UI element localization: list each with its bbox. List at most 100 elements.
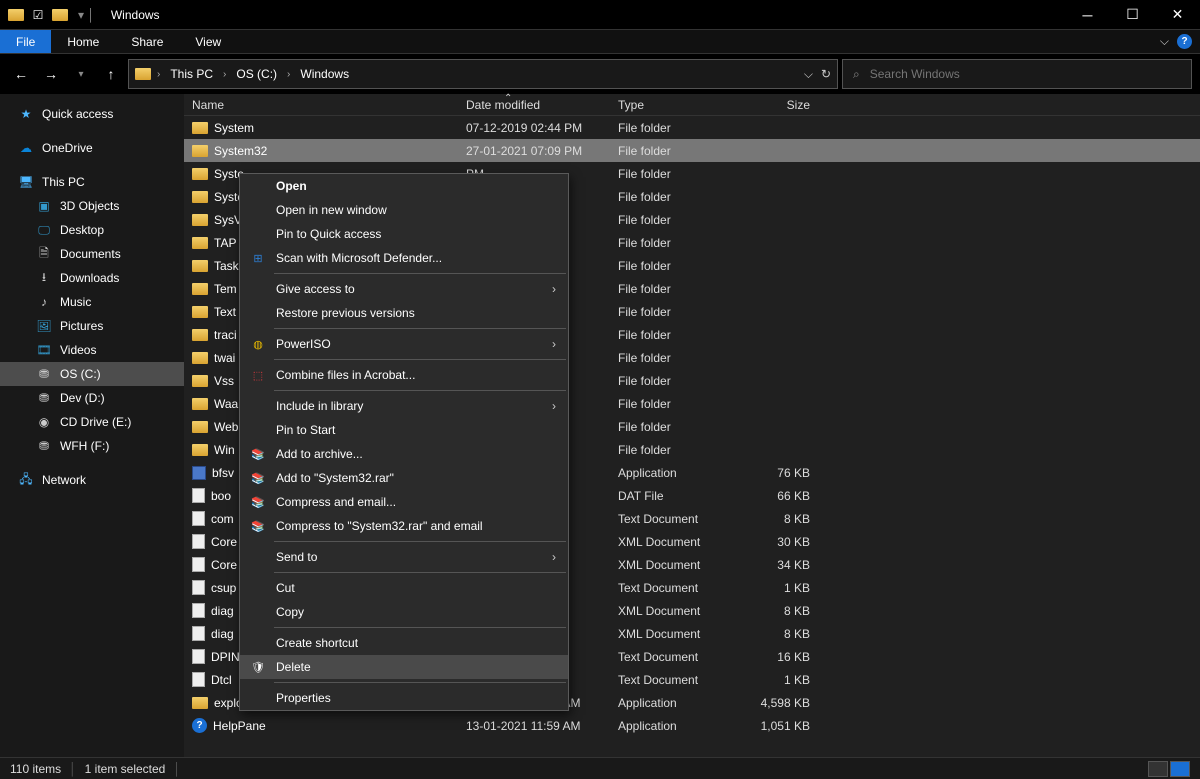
- sidebar-item-music[interactable]: ♪Music: [0, 290, 184, 314]
- tab-view[interactable]: View: [179, 30, 237, 53]
- disc-icon: ◉: [36, 414, 52, 430]
- chevron-icon[interactable]: ›: [221, 69, 228, 80]
- sidebar-item-wfh-f[interactable]: ⛃WFH (F:): [0, 434, 184, 458]
- back-button[interactable]: ←: [8, 61, 34, 87]
- col-type[interactable]: Type: [618, 98, 746, 112]
- help-icon[interactable]: ?: [1177, 34, 1192, 49]
- file-name: Task: [214, 259, 239, 273]
- view-details-button[interactable]: [1148, 761, 1168, 777]
- file-size: 8 KB: [746, 512, 818, 526]
- videos-icon: 🎞: [36, 342, 52, 358]
- chevron-icon[interactable]: ›: [155, 69, 162, 80]
- chevron-icon[interactable]: ›: [285, 69, 292, 80]
- ctx-properties[interactable]: Properties: [240, 686, 568, 710]
- ctx-copy[interactable]: Copy: [240, 600, 568, 624]
- ctx-include-lib[interactable]: Include in library›: [240, 394, 568, 418]
- ctx-delete[interactable]: 🛡Delete: [240, 655, 568, 679]
- view-icons-button[interactable]: [1170, 761, 1190, 777]
- sidebar-label: CD Drive (E:): [60, 415, 131, 429]
- sidebar-onedrive[interactable]: ☁ OneDrive: [0, 136, 184, 160]
- sidebar-item-pictures[interactable]: 🖼Pictures: [0, 314, 184, 338]
- close-button[interactable]: ✕: [1155, 0, 1200, 29]
- sidebar-item-documents[interactable]: 🗎Documents: [0, 242, 184, 266]
- ctx-cut[interactable]: Cut: [240, 576, 568, 600]
- col-modified[interactable]: Date modified: [466, 98, 618, 112]
- file-name: diag: [211, 604, 234, 618]
- ctx-compress-rar-email[interactable]: 📚Compress to "System32.rar" and email: [240, 514, 568, 538]
- up-button[interactable]: ↑: [98, 61, 124, 87]
- file-type: Text Document: [618, 581, 746, 595]
- refresh-icon[interactable]: ↻: [821, 67, 831, 81]
- ctx-open[interactable]: Open: [240, 174, 568, 198]
- document-icon: 🗎: [36, 246, 52, 262]
- separator: ▾ │: [74, 8, 99, 22]
- sidebar-item-os-c[interactable]: ⛃OS (C:): [0, 362, 184, 386]
- breadcrumb[interactable]: Windows: [296, 67, 353, 81]
- col-size[interactable]: Size: [746, 98, 818, 112]
- file-icon: [192, 580, 205, 595]
- ribbon-chevron-icon[interactable]: ⌵: [1160, 34, 1169, 49]
- ctx-defender[interactable]: ⊞Scan with Microsoft Defender...: [240, 246, 568, 270]
- sidebar-item-desktop[interactable]: 🖵Desktop: [0, 218, 184, 242]
- sidebar-label: OneDrive: [42, 141, 93, 155]
- file-row[interactable]: System07-12-2019 02:44 PMFile folder: [184, 116, 1200, 139]
- file-icon: [192, 626, 205, 641]
- ctx-restore[interactable]: Restore previous versions: [240, 301, 568, 325]
- search-box[interactable]: ⌕: [842, 59, 1192, 89]
- sidebar-label: Network: [42, 473, 86, 487]
- file-type: File folder: [618, 305, 746, 319]
- file-icon: [192, 557, 205, 572]
- sidebar-item-3d[interactable]: ▣3D Objects: [0, 194, 184, 218]
- address-bar[interactable]: › This PC › OS (C:) › Windows ⌵ ↻: [128, 59, 838, 89]
- sidebar-network[interactable]: 🖧Network: [0, 468, 184, 492]
- sidebar-item-downloads[interactable]: ⭳Downloads: [0, 266, 184, 290]
- file-row[interactable]: System3227-01-2021 07:09 PMFile folder: [184, 139, 1200, 162]
- file-size: 1 KB: [746, 581, 818, 595]
- cloud-icon: ☁: [18, 140, 34, 156]
- sidebar-item-dev-d[interactable]: ⛃Dev (D:): [0, 386, 184, 410]
- sidebar-label: 3D Objects: [60, 199, 119, 213]
- breadcrumb[interactable]: OS (C:): [232, 67, 281, 81]
- search-input[interactable]: [870, 67, 1181, 81]
- tab-file[interactable]: File: [0, 30, 51, 53]
- ctx-give-access[interactable]: Give access to›: [240, 277, 568, 301]
- status-bar: 110 items │ 1 item selected │: [0, 757, 1200, 779]
- maximize-button[interactable]: ☐: [1110, 0, 1155, 29]
- col-name[interactable]: Name: [192, 98, 466, 112]
- folder-icon: [8, 7, 24, 23]
- file-size: 34 KB: [746, 558, 818, 572]
- ctx-add-rar[interactable]: 📚Add to "System32.rar": [240, 466, 568, 490]
- sidebar-item-videos[interactable]: 🎞Videos: [0, 338, 184, 362]
- file-type: Text Document: [618, 650, 746, 664]
- ctx-poweriso[interactable]: ◍PowerISO›: [240, 332, 568, 356]
- ctx-open-new[interactable]: Open in new window: [240, 198, 568, 222]
- dropdown-icon[interactable]: ⌵: [804, 67, 813, 82]
- forward-button[interactable]: →: [38, 61, 64, 87]
- file-row[interactable]: ?HelpPane13-01-2021 11:59 AMApplication1…: [184, 714, 1200, 737]
- ctx-pin-start[interactable]: Pin to Start: [240, 418, 568, 442]
- sidebar-quick-access[interactable]: ★Quick access: [0, 102, 184, 126]
- ctx-pin-qa[interactable]: Pin to Quick access: [240, 222, 568, 246]
- file-name: Tem: [214, 282, 237, 296]
- file-type: Application: [618, 466, 746, 480]
- column-headers: ⌃ Name Date modified Type Size: [184, 94, 1200, 116]
- folder-icon: [192, 329, 208, 341]
- sidebar-item-cd-e[interactable]: ◉ CD Drive (E:): [0, 410, 184, 434]
- checkbox-icon[interactable]: ☑: [30, 7, 46, 23]
- ctx-shortcut[interactable]: Create shortcut: [240, 631, 568, 655]
- file-icon: [192, 534, 205, 549]
- sidebar-this-pc[interactable]: 🖥This PC: [0, 170, 184, 194]
- file-name: Waa: [214, 397, 238, 411]
- ctx-acrobat[interactable]: ⬚Combine files in Acrobat...: [240, 363, 568, 387]
- tab-share[interactable]: Share: [115, 30, 179, 53]
- ctx-add-archive[interactable]: 📚Add to archive...: [240, 442, 568, 466]
- file-type: File folder: [618, 420, 746, 434]
- ctx-send-to[interactable]: Send to›: [240, 545, 568, 569]
- breadcrumb[interactable]: This PC: [166, 67, 217, 81]
- minimize-button[interactable]: ─: [1065, 0, 1110, 29]
- folder-icon: [192, 352, 208, 364]
- tab-home[interactable]: Home: [51, 30, 115, 53]
- ctx-compress-email[interactable]: 📚Compress and email...: [240, 490, 568, 514]
- history-dropdown[interactable]: ▾: [68, 61, 94, 87]
- folder-icon: [192, 145, 208, 157]
